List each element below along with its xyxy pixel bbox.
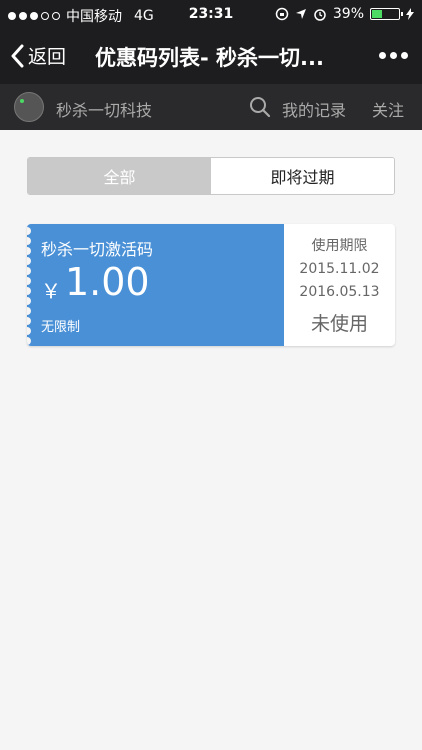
follow-button[interactable]: 关注 (372, 97, 404, 121)
validity-start-date: 2015.11.02 (299, 261, 380, 277)
battery-icon (370, 8, 403, 20)
validity-end-date: 2016.05.13 (299, 284, 380, 300)
coupon-notch (27, 267, 31, 275)
coupon-notch (27, 287, 31, 295)
back-label: 返回 (28, 46, 67, 68)
coupon-notch (27, 337, 31, 345)
search-icon[interactable] (249, 96, 271, 118)
alarm-clock-icon (314, 9, 326, 21)
my-records-link[interactable]: 我的记录 (282, 97, 346, 121)
page-title: 优惠码列表- 秒杀一切... (95, 46, 324, 70)
nav-bar: 返回 优惠码列表- 秒杀一切... (0, 28, 422, 84)
coupon-card[interactable]: 秒杀一切激活码 ￥ 1.00 无限制 使用期限 2015.11.02 2016.… (27, 224, 395, 346)
more-dots-icon[interactable] (379, 52, 408, 59)
coupon-notch (27, 307, 31, 315)
currency-symbol: ￥ (41, 279, 61, 303)
coupon-name: 秒杀一切激活码 (41, 240, 154, 259)
coupon-status: 未使用 (310, 313, 368, 335)
tab-expiring-soon[interactable]: 即将过期 (211, 158, 394, 194)
coupon-notch (27, 297, 31, 305)
validity-label: 使用期限 (311, 238, 368, 254)
coupon-notch (27, 257, 31, 265)
coupon-value-panel: 秒杀一切激活码 ￥ 1.00 无限制 (27, 224, 284, 346)
coupon-notch (27, 317, 31, 325)
coupon-notch (27, 247, 31, 255)
coupon-notched-edge (27, 224, 31, 346)
chevron-left-icon (11, 44, 24, 67)
tab-all[interactable]: 全部 (28, 158, 211, 194)
back-button[interactable]: 返回 (10, 42, 66, 69)
coupon-amount: 1.00 (65, 260, 150, 304)
rotation-lock-icon (275, 7, 289, 21)
coupon-limit: 无限制 (41, 320, 81, 335)
filter-tabs: 全部 即将过期 (27, 157, 395, 195)
charging-bolt-icon (406, 8, 414, 20)
coupon-notch (27, 327, 31, 335)
coupon-notch (27, 277, 31, 285)
coupon-notch (27, 237, 31, 245)
account-bar: 秒杀一切科技 我的记录 关注 (0, 84, 422, 130)
avatar[interactable] (14, 92, 44, 122)
battery-fill (372, 10, 382, 18)
battery-percent: 39% (332, 6, 364, 22)
coupon-info-panel: 使用期限 2015.11.02 2016.05.13 未使用 (284, 224, 395, 346)
account-name[interactable]: 秒杀一切科技 (56, 97, 152, 121)
coupon-notch (27, 227, 31, 235)
status-right: 39% (275, 6, 414, 22)
location-arrow-icon (295, 9, 306, 19)
status-bar: 中国移动 4G 23:31 39% (0, 0, 422, 28)
